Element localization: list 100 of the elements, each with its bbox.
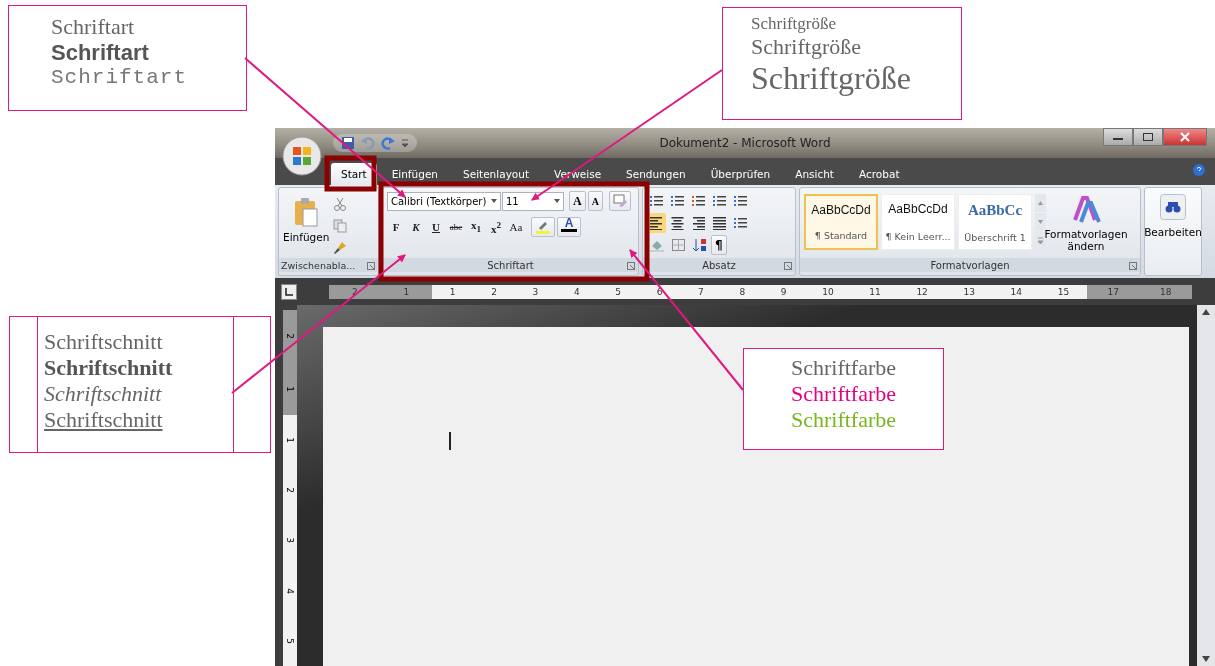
ruler-number: 4 bbox=[573, 286, 580, 297]
maximize-icon bbox=[1143, 133, 1153, 141]
callout-text: Schriftart bbox=[51, 40, 149, 66]
scroll-bar[interactable] bbox=[1197, 305, 1215, 666]
window-title: Dokument2 - Microsoft Word bbox=[659, 136, 831, 150]
justify-icon[interactable] bbox=[712, 216, 727, 230]
group-label: Absatz bbox=[702, 259, 736, 271]
customize-caret-icon[interactable] bbox=[401, 138, 409, 148]
callout-text: Schriftgröße bbox=[751, 14, 836, 34]
ruler-number: 2 bbox=[285, 487, 295, 494]
ribbon-tab[interactable]: Seitenlayout bbox=[453, 163, 540, 185]
format-button[interactable]: F bbox=[387, 217, 405, 237]
shrink-font-button[interactable]: A bbox=[587, 191, 603, 211]
callout-text: Schriftart bbox=[51, 66, 188, 89]
group-label: Schriftart bbox=[487, 259, 534, 271]
ruler-number: 7 bbox=[698, 286, 704, 297]
styles-letters-icon bbox=[1071, 194, 1101, 224]
scroll-up-icon[interactable] bbox=[1202, 309, 1210, 315]
ribbon-tab[interactable]: Acrobat bbox=[849, 163, 910, 185]
callout-text: Schriftart bbox=[51, 14, 135, 40]
text-cursor bbox=[449, 432, 451, 450]
close-button[interactable] bbox=[1163, 128, 1207, 146]
minimize-button[interactable] bbox=[1103, 128, 1133, 146]
format-button[interactable]: K bbox=[407, 217, 425, 237]
maximize-button[interactable] bbox=[1133, 128, 1163, 146]
align-center-icon[interactable] bbox=[670, 216, 685, 230]
ruler-number: 1 bbox=[285, 385, 295, 392]
launcher-icon[interactable] bbox=[627, 262, 635, 270]
dropdown-caret-icon bbox=[554, 199, 560, 203]
paste-button[interactable]: Einfügen bbox=[283, 191, 330, 243]
callout-text: Schriftschnitt bbox=[44, 381, 162, 407]
launcher-icon[interactable] bbox=[1129, 262, 1137, 270]
callout-text: Schriftfarbe bbox=[790, 381, 897, 407]
ruler-number: 10 bbox=[822, 286, 834, 297]
ribbon-tab[interactable]: Überprüfen bbox=[700, 163, 781, 185]
ruler-number: 4 bbox=[285, 587, 295, 594]
format-button[interactable]: U bbox=[427, 217, 445, 237]
ruler-number: 18 bbox=[1160, 286, 1172, 297]
ruler-number: 3 bbox=[285, 537, 295, 544]
style-name: Überschrift 1 bbox=[964, 231, 1026, 243]
editing-button[interactable]: Bearbeiten bbox=[1144, 187, 1202, 276]
dropdown-caret-icon bbox=[491, 199, 497, 203]
clipboard-icon bbox=[293, 197, 320, 227]
borders-icon[interactable] bbox=[671, 238, 686, 252]
style-preview: AaBbCcDd bbox=[811, 202, 871, 217]
font-color-button[interactable]: A bbox=[557, 217, 581, 237]
brush-icon[interactable] bbox=[333, 241, 348, 255]
callout-text: Schriftgröße bbox=[751, 34, 861, 60]
launcher-icon[interactable] bbox=[367, 262, 375, 270]
style-gallery-item[interactable]: AaBbCcDd ¶ Kein Leerr... bbox=[881, 194, 955, 250]
format-button[interactable]: Aa bbox=[507, 217, 525, 237]
style-preview: AaBbCc bbox=[967, 201, 1023, 219]
ruler-number: 1 bbox=[285, 437, 295, 443]
grow-font-button[interactable]: A bbox=[569, 191, 586, 211]
ruler-number: 1 bbox=[403, 286, 410, 297]
group-label: Zwischenabla... bbox=[281, 259, 356, 271]
callout-text: Schriftfarbe bbox=[790, 355, 897, 381]
ruler-number: 15 bbox=[1057, 286, 1070, 297]
sort-icon[interactable] bbox=[692, 238, 707, 252]
align-left-icon[interactable] bbox=[649, 216, 664, 230]
ruler-number: 13 bbox=[963, 286, 975, 297]
scissors-icon[interactable] bbox=[333, 197, 348, 211]
help-icon[interactable] bbox=[1193, 164, 1205, 176]
callout-text: Schriftschnitt bbox=[44, 329, 163, 355]
style-preview: AaBbCcDd bbox=[888, 202, 948, 217]
group-label: Formatvorlagen bbox=[930, 259, 1010, 271]
show-marks-button[interactable]: ¶ bbox=[711, 235, 727, 255]
font-name-field[interactable]: Calibri (Textkörper) bbox=[387, 191, 501, 211]
style-name: ¶ Standard bbox=[814, 230, 868, 242]
callout-text: Schriftschnitt bbox=[44, 355, 173, 381]
binoculars-icon bbox=[1160, 194, 1186, 220]
style-gallery-item[interactable]: AaBbCcDd ¶ Standard bbox=[804, 194, 878, 250]
ruler-number: 3 bbox=[532, 286, 539, 297]
ruler-number: 5 bbox=[615, 286, 622, 297]
highlight-button[interactable] bbox=[531, 217, 555, 237]
ruler-number: 11 bbox=[869, 286, 881, 297]
highlighter-icon bbox=[535, 220, 551, 234]
style-gallery-item[interactable]: AaBbCc Überschrift 1 bbox=[958, 194, 1032, 250]
shading-icon[interactable] bbox=[649, 238, 665, 252]
format-button[interactable]: x$^{2}$ bbox=[487, 217, 505, 237]
ribbon-tab[interactable]: Ansicht bbox=[785, 163, 844, 185]
format-button[interactable]: abe bbox=[447, 217, 465, 237]
format-button[interactable]: x$_{1}$ bbox=[467, 217, 485, 237]
scroll-down-icon[interactable] bbox=[1202, 656, 1210, 662]
ruler-number: 8 bbox=[739, 286, 746, 297]
launcher-icon[interactable] bbox=[784, 262, 792, 270]
tab-stop-icon[interactable] bbox=[285, 287, 293, 296]
font-size-field[interactable]: 11 bbox=[502, 191, 564, 211]
align-right-icon[interactable] bbox=[691, 216, 706, 230]
ruler-number: 9 bbox=[780, 286, 787, 297]
style-name: ¶ Kein Leerr... bbox=[885, 230, 951, 242]
ribbon-tab[interactable]: Sendungen bbox=[616, 163, 696, 185]
eraser-icon bbox=[612, 194, 627, 208]
ruler-number: 17 bbox=[1107, 286, 1119, 297]
callout-text: Schriftgröße bbox=[751, 60, 911, 97]
ribbon-tab[interactable]: Einfügen bbox=[381, 163, 448, 185]
ruler-number: 12 bbox=[916, 286, 928, 297]
bullet-list-icon[interactable] bbox=[649, 194, 664, 208]
ruler-number: 14 bbox=[1010, 286, 1022, 297]
callout-text: Schriftfarbe bbox=[790, 407, 897, 433]
